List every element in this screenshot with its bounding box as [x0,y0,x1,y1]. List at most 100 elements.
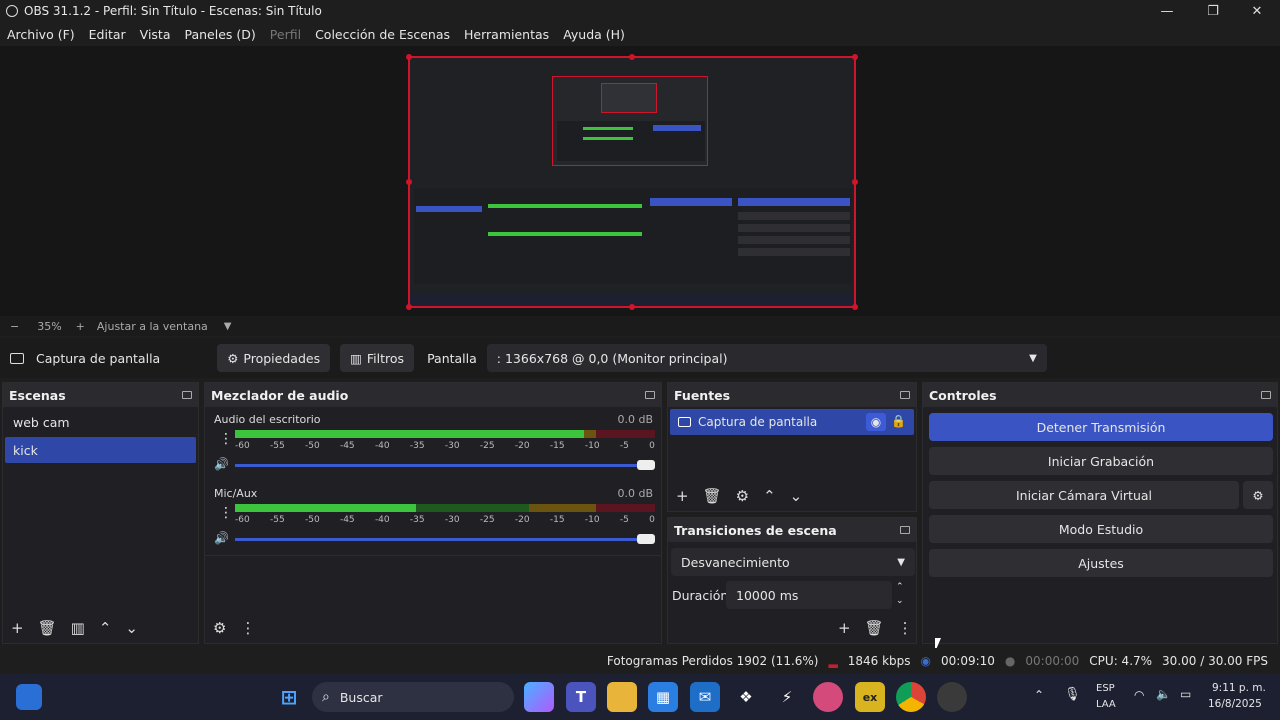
battery-icon[interactable]: ▭ [1180,687,1191,701]
gear-icon[interactable]: ⚙ [736,487,749,505]
stop-stream-button[interactable]: Detener Transmisión [929,413,1273,441]
app-orb-icon[interactable] [813,682,843,712]
language-layout[interactable]: LAA [1096,699,1116,710]
kebab-menu-icon[interactable]: ⋮ [898,619,913,637]
studio-mode-button[interactable]: Modo Estudio [929,515,1273,543]
virtual-camera-settings-icon[interactable]: ⚙ [1243,481,1273,509]
source-item[interactable]: Captura de pantalla ◉ 🔒 [670,409,914,435]
maximize-icon[interactable]: ❐ [1190,0,1236,22]
scale-tick: -5 [619,515,629,525]
scene-item-kick[interactable]: kick [5,437,196,463]
zoom-fit-button[interactable]: Ajustar a la ventana [97,320,208,333]
chevron-up-icon[interactable]: ⌃ [763,487,776,505]
filters-button[interactable]: ▥ Filtros [340,344,415,372]
settings-button[interactable]: Ajustes [929,549,1273,577]
trash-icon[interactable]: 🗑 [703,487,722,505]
add-icon[interactable]: + [11,619,24,637]
chevron-down-icon[interactable]: ⌄ [790,487,803,505]
windows-start-icon[interactable]: ⊞ [274,682,304,712]
search-icon: ⌕ [322,689,330,705]
menu-vista[interactable]: Vista [133,27,178,42]
language-indicator[interactable]: ESP [1096,683,1115,694]
file-explorer-icon[interactable] [607,682,637,712]
duration-input[interactable]: 10000 ms [726,581,892,609]
microphone-icon[interactable]: 🎙 [1064,687,1081,702]
add-icon[interactable]: + [838,619,851,637]
display-select[interactable]: : 1366x768 @ 0,0 (Monitor principal) ▼ [486,344,1047,372]
scale-tick: -60 [235,515,250,525]
meter-fill [235,430,584,438]
volume-meter-desktop [235,430,655,438]
trash-icon[interactable]: 🗑 [38,619,57,637]
chevron-up-icon[interactable]: ⌃ [1034,688,1044,702]
clock-time[interactable]: 9:11 p. m. [1212,682,1266,694]
menu-archivo[interactable]: Archivo (F) [0,27,82,42]
speaker-icon[interactable]: 🔊 [214,531,229,545]
scale-tick: -25 [479,515,495,525]
dropbox-icon[interactable]: ❖ [731,682,761,712]
zoom-dropdown-icon[interactable]: ▼ [224,321,232,332]
kebab-menu-icon[interactable]: ⋮ [240,619,255,637]
menu-perfil[interactable]: Perfil [263,27,308,42]
scale-tick: 0 [649,515,655,525]
scale-tick: -45 [339,515,355,525]
menu-herramientas[interactable]: Herramientas [457,27,556,42]
menu-coleccion[interactable]: Colección de Escenas [308,27,457,42]
eye-icon[interactable]: ◉ [866,413,886,431]
menu-editar[interactable]: Editar [82,27,133,42]
advanced-audio-icon[interactable]: ⚙ [213,619,226,637]
add-icon[interactable]: + [676,487,689,505]
exodus-icon[interactable]: ex [855,682,885,712]
chevron-down-icon[interactable]: ⌄ [125,619,138,637]
sources-header: Fuentes [668,383,916,407]
volume-slider-desktop[interactable] [235,464,647,467]
volume-slider-mic[interactable] [235,538,647,541]
speaker-icon[interactable]: 🔊 [214,457,229,471]
menu-ayuda[interactable]: Ayuda (H) [556,27,632,42]
bitrate: 1846 kbps [847,654,911,668]
dropped-frames: Fotogramas Perdidos 1902 (11.6%) [606,654,819,668]
lightning-icon[interactable]: ⚡ [772,682,802,712]
wifi-icon[interactable]: ◠ [1134,688,1144,702]
start-record-button[interactable]: Iniciar Grabación [929,447,1273,475]
filters-icon[interactable]: ▥ [71,619,85,637]
stepper-icon[interactable]: ⌃ ⌄ [896,580,904,608]
volume-knob[interactable] [637,460,655,470]
menu-paneles[interactable]: Paneles (D) [178,27,263,42]
preview-capture[interactable] [406,54,858,310]
kebab-menu-icon[interactable]: ⋮ [219,505,233,521]
scene-item-web-cam[interactable]: web cam [5,409,196,435]
float-icon[interactable] [645,391,655,399]
float-icon[interactable] [182,391,192,399]
chrome-icon[interactable] [896,682,926,712]
float-icon[interactable] [1261,391,1271,399]
display-label: Pantalla [427,350,477,366]
chevron-up-icon[interactable]: ⌃ [99,619,112,637]
kebab-menu-icon[interactable]: ⋮ [219,431,233,447]
mail-icon[interactable]: ✉ [690,682,720,712]
widgets-icon[interactable] [16,684,42,710]
close-icon[interactable]: ✕ [1234,0,1280,22]
teams-icon[interactable]: T [566,682,596,712]
volume-icon[interactable]: 🔈 [1156,687,1171,701]
transition-select[interactable]: Desvanecimiento ▼ [671,548,915,576]
scale-tick: -50 [304,515,320,525]
channel-db-desktop: 0.0 dB [617,413,653,426]
scale-tick: -50 [304,441,320,451]
copilot-icon[interactable] [524,682,554,712]
properties-button[interactable]: ⚙ Propiedades [217,344,331,372]
taskbar-search[interactable]: ⌕ Buscar [312,682,514,712]
clock-date[interactable]: 16/8/2025 [1208,698,1262,710]
volume-meter-mic [235,504,655,512]
zoom-in-button[interactable]: + [76,320,85,333]
volume-knob[interactable] [637,534,655,544]
lock-icon[interactable]: 🔒 [891,414,906,428]
virtual-camera-button[interactable]: Iniciar Cámara Virtual [929,481,1239,509]
float-icon[interactable] [900,526,910,534]
minimize-icon[interactable]: — [1144,0,1190,22]
obs-taskbar-icon[interactable] [937,682,967,712]
zoom-out-button[interactable]: − [10,320,19,333]
trash-icon[interactable]: 🗑 [865,619,884,637]
store-icon[interactable]: ▦ [648,682,678,712]
float-icon[interactable] [900,391,910,399]
